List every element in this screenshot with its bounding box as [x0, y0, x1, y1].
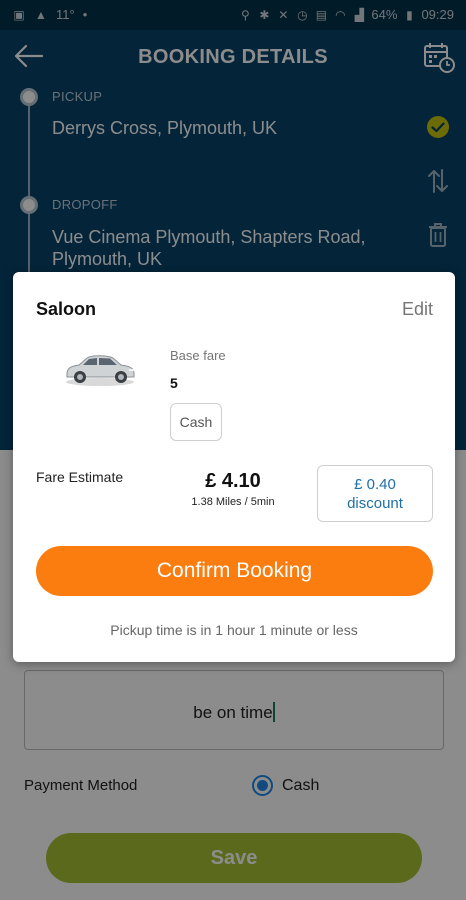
discount-amount: £ 0.40: [354, 476, 396, 493]
payment-cash-radio[interactable]: [252, 775, 273, 796]
dropoff-address[interactable]: Vue Cinema Plymouth, Shapters Road, Plym…: [52, 226, 402, 270]
route-connector: [28, 96, 30, 286]
dropoff-marker: [20, 196, 38, 214]
swap-locations-button[interactable]: [425, 168, 451, 194]
text-cursor: [272, 702, 275, 722]
location-icon: ⚲: [241, 7, 250, 22]
temperature-text: 11°: [56, 7, 75, 22]
booking-confirm-dialog: Saloon Edit Base fare 5 Cash Fare Estima…: [13, 272, 455, 662]
driver-notes-input[interactable]: be on time: [24, 670, 444, 750]
more-notifications-dot-icon: •: [82, 7, 88, 22]
calendar-clock-icon: [424, 43, 455, 73]
pickup-address[interactable]: Derrys Cross, Plymouth, UK: [52, 117, 402, 139]
status-bar: ▣ ▲ 11° • ⚲ ✱ ✕ ◷ ▤ ◠ ▟ 64% ▮ 09:29: [0, 0, 466, 30]
wifi-icon: ◠: [335, 7, 346, 22]
fare-distance-time: 1.38 Miles / 5min: [191, 496, 275, 508]
pickup-confirm-button[interactable]: [425, 114, 451, 140]
trash-icon: [429, 223, 447, 247]
pickup-marker: [20, 88, 38, 106]
base-fare-label: Base fare: [170, 348, 226, 363]
swap-vertical-icon: [428, 169, 448, 193]
mute-icon: ✕: [278, 7, 289, 22]
confirm-booking-button[interactable]: Confirm Booking: [36, 546, 433, 596]
save-button[interactable]: Save: [46, 833, 422, 883]
discount-label: discount: [347, 495, 403, 512]
discount-button[interactable]: £ 0.40 discount: [317, 465, 433, 522]
base-fare-value: 5: [170, 375, 178, 391]
battery-icon: ▮: [406, 7, 413, 22]
check-circle-icon: [427, 116, 449, 138]
edit-button[interactable]: Edit: [402, 299, 433, 320]
dropoff-label: DROPOFF: [52, 197, 118, 212]
bluetooth-icon: ✱: [259, 7, 270, 22]
delete-dropoff-button[interactable]: [425, 222, 451, 248]
schedule-button[interactable]: [422, 40, 456, 74]
fare-estimate-label: Fare Estimate: [36, 469, 124, 485]
fare-amount: £ 4.10: [205, 470, 261, 492]
battery-percent: 64%: [371, 7, 398, 22]
payment-method-label: Payment Method: [24, 777, 138, 794]
payment-cash-label[interactable]: Cash: [282, 777, 319, 795]
payment-type-chip: Cash: [170, 403, 222, 441]
volte-icon: ▤: [315, 7, 328, 22]
car-image: [63, 346, 137, 388]
alarm-icon: ◷: [297, 7, 308, 22]
clock: 09:29: [421, 7, 454, 22]
notes-text: be on time: [193, 703, 273, 722]
page-title: BOOKING DETAILS: [138, 46, 328, 68]
vehicle-type: Saloon: [36, 299, 97, 319]
pickup-label: PICKUP: [52, 89, 103, 104]
signal-icon: ▟: [354, 7, 365, 22]
pickup-time-note: Pickup time is in 1 hour 1 minute or les…: [110, 622, 358, 638]
warning-notification-icon: ▲: [35, 7, 47, 22]
gallery-notification-icon: ▣: [13, 7, 25, 22]
